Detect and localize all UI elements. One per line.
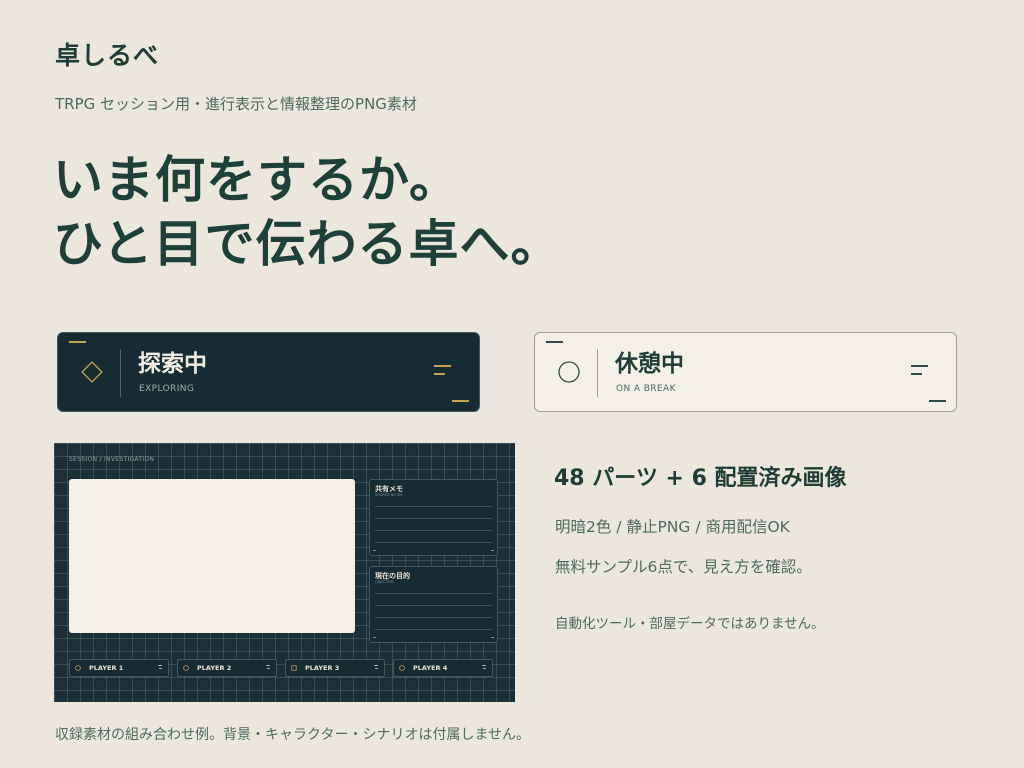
menu-line	[482, 665, 486, 666]
menu-line	[434, 365, 451, 367]
ruled-line	[375, 518, 492, 519]
ruled-line	[375, 593, 492, 594]
player-name: PLAYER 4	[413, 664, 448, 672]
circle-icon	[75, 665, 81, 671]
status-label: 休憩中	[615, 351, 684, 377]
preview-main-screen	[69, 479, 355, 633]
status-sublabel: EXPLORING	[139, 384, 195, 394]
preview-breadcrumb: SESSION / INVESTIGATION	[69, 456, 155, 463]
preview-panel-shared-notes: 共有メモ SHARED NOTES	[369, 479, 498, 556]
headline-line-2: ひと目で伝わる卓へ。	[53, 215, 562, 273]
corner-tick	[373, 637, 376, 638]
panel-subtitle: SHARED NOTES	[375, 493, 403, 497]
preview-panel-objective: 現在の目的 OBJECTIVE	[369, 566, 498, 643]
circle-icon	[183, 665, 189, 671]
circle-icon	[399, 665, 405, 671]
info-line-specs: 明暗2色 / 静止PNG / 商用配信OK	[555, 518, 790, 536]
player-name: PLAYER 3	[305, 664, 340, 672]
headline: いま何をするか。 ひと目で伝わる卓へ。	[53, 148, 562, 276]
layout-preview-image: SESSION / INVESTIGATION 共有メモ SHARED NOTE…	[54, 443, 515, 702]
menu-line	[159, 668, 162, 669]
corner-tick	[69, 341, 86, 343]
corner-tick	[491, 637, 494, 638]
status-sublabel: ON A BREAK	[616, 384, 676, 394]
caption: 収録素材の組み合わせ例。背景・キャラクター・シナリオは付属しません。	[55, 727, 531, 743]
preview-player-1: PLAYER 1	[69, 659, 169, 677]
ruled-line	[375, 617, 492, 618]
ruled-line	[375, 506, 492, 507]
circle-icon	[558, 361, 580, 383]
menu-line	[266, 665, 270, 666]
divider	[120, 349, 121, 397]
info-title: 48 パーツ + 6 配置済み画像	[554, 466, 847, 491]
menu-line	[911, 365, 928, 367]
status-card-break: 休憩中 ON A BREAK	[534, 332, 957, 412]
panel-subtitle: OBJECTIVE	[375, 580, 394, 584]
ruled-line	[375, 530, 492, 531]
preview-player-3: PLAYER 3	[285, 659, 385, 677]
corner-tick	[929, 400, 946, 402]
menu-line	[375, 668, 378, 669]
menu-line	[911, 373, 922, 375]
menu-line	[158, 665, 162, 666]
player-name: PLAYER 2	[197, 664, 232, 672]
headline-line-1: いま何をするか。	[53, 151, 460, 209]
corner-tick	[452, 400, 469, 402]
info-note: 自動化ツール・部屋データではありません。	[555, 616, 825, 632]
corner-tick	[546, 341, 563, 343]
menu-line	[267, 668, 270, 669]
corner-tick	[491, 550, 494, 551]
corner-tick	[373, 550, 376, 551]
player-name: PLAYER 1	[89, 664, 124, 672]
status-card-exploring: 探索中 EXPLORING	[57, 332, 480, 412]
brand-title: 卓しるべ	[55, 41, 160, 70]
ruled-line	[375, 629, 492, 630]
preview-player-2: PLAYER 2	[177, 659, 277, 677]
menu-line	[374, 665, 378, 666]
ruled-line	[375, 542, 492, 543]
status-label: 探索中	[138, 351, 207, 377]
menu-line	[434, 373, 445, 375]
divider	[597, 349, 598, 397]
preview-player-4: PLAYER 4	[393, 659, 493, 677]
ruled-line	[375, 605, 492, 606]
menu-line	[483, 668, 486, 669]
diamond-icon	[81, 361, 103, 383]
info-line-sample: 無料サンプル6点で、見え方を確認。	[555, 558, 812, 576]
subtitle: TRPG セッション用・進行表示と情報整理のPNG素材	[55, 95, 417, 113]
square-icon	[291, 665, 297, 671]
